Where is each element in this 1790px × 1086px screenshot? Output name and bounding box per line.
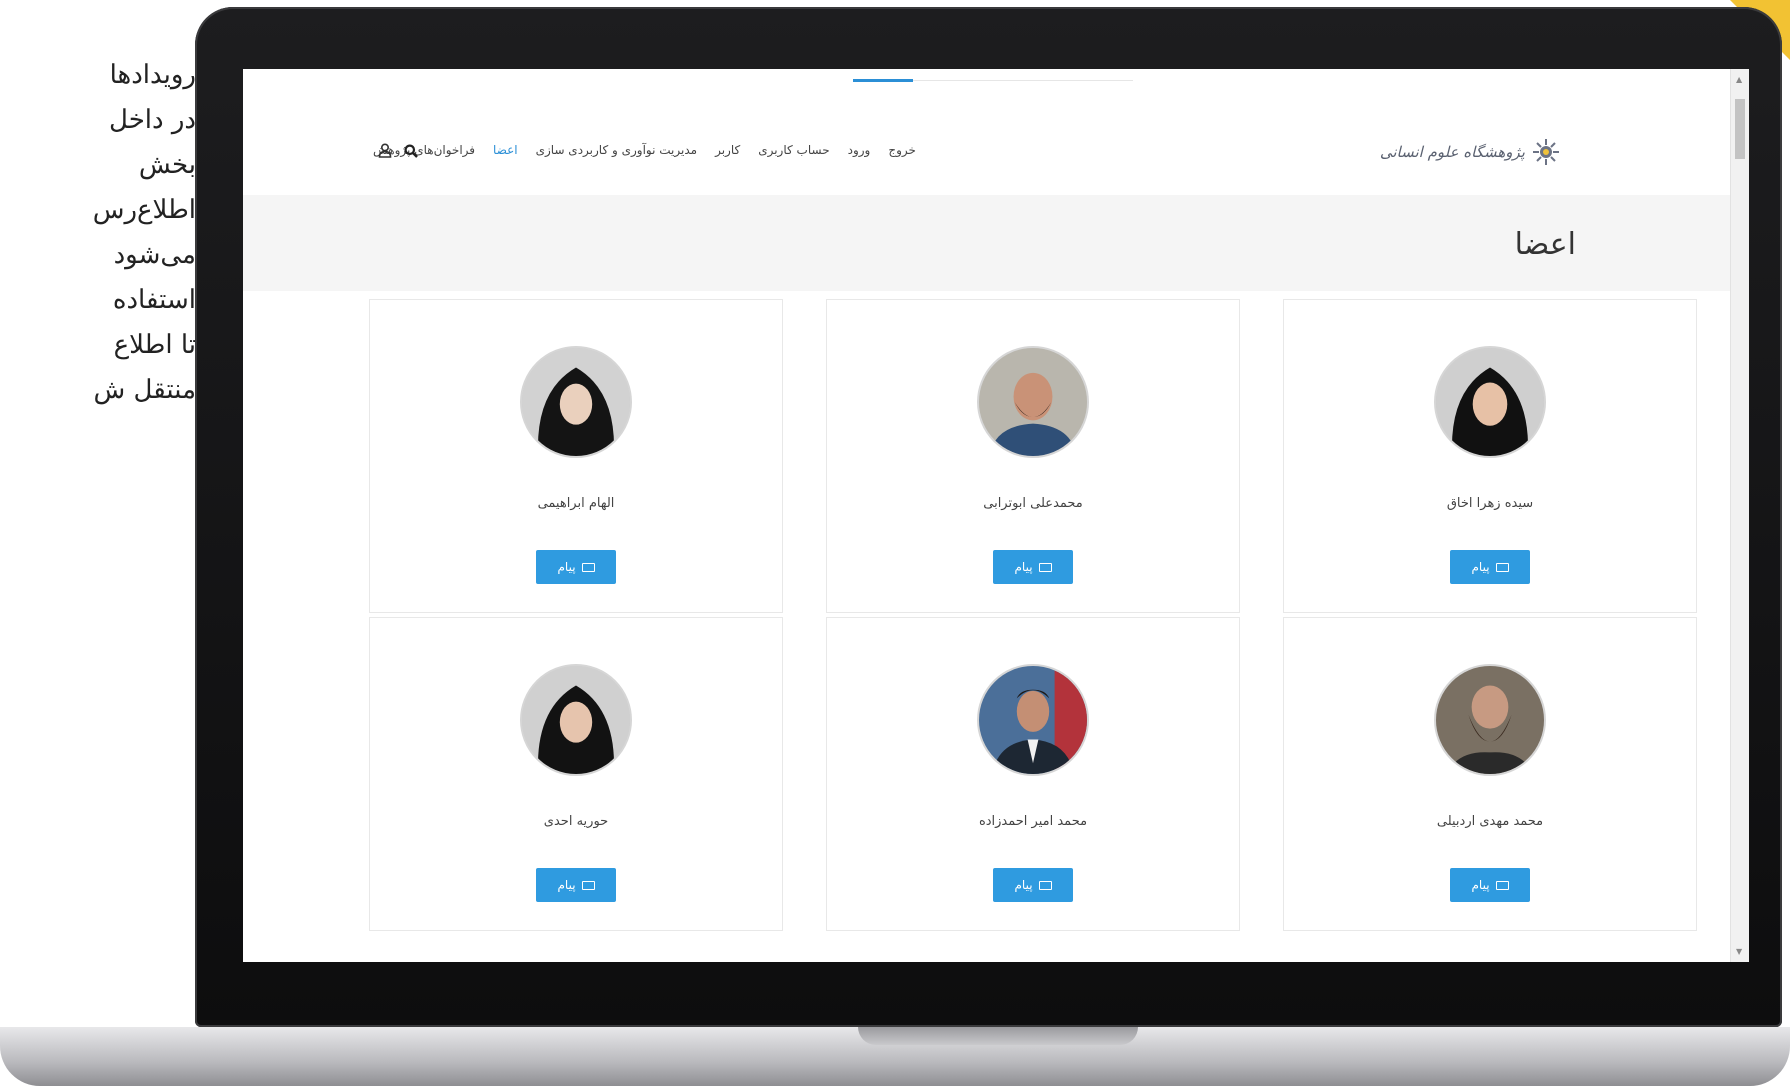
nav-innovation-management[interactable]: مدیریت نوآوری و کاربردی سازی — [536, 143, 697, 157]
member-card: حوریه احدی پیام — [369, 617, 783, 931]
message-button-label: پیام — [1471, 560, 1490, 574]
member-card: سیده زهرا اخاق پیام — [1283, 299, 1697, 613]
main-nav: فراخوان‌های پژوهش اعضا مدیریت نوآوری و ک… — [373, 143, 1141, 157]
message-button[interactable]: پیام — [1450, 550, 1530, 584]
message-button[interactable]: پیام — [993, 868, 1073, 902]
side-line: بخش — [138, 150, 196, 180]
female-portrait-icon — [522, 348, 630, 456]
browser-viewport: پژوهشگاه علوم انسانی فراخوان‌های پژوهش ا… — [243, 69, 1749, 962]
male-portrait-icon — [979, 666, 1087, 774]
nav-login[interactable]: ورود — [848, 143, 871, 157]
side-line: منتقل ش — [93, 375, 196, 405]
side-line: در داخل — [109, 105, 196, 135]
page-title-band: اعضا — [243, 195, 1731, 291]
member-card: محمد امیر احمدزاده پیام — [826, 617, 1240, 931]
male-portrait-icon — [1436, 666, 1544, 774]
side-line: می‌شود — [113, 240, 196, 270]
nav-user[interactable]: کاربر — [715, 143, 740, 157]
member-avatar[interactable] — [977, 346, 1089, 458]
female-portrait-icon — [522, 666, 630, 774]
member-avatar[interactable] — [520, 664, 632, 776]
top-divider-accent — [853, 79, 913, 82]
envelope-icon — [1038, 880, 1052, 890]
member-card: محمدعلی ابوترابی پیام — [826, 299, 1240, 613]
member-avatar[interactable] — [1434, 346, 1546, 458]
side-line: استفاده — [112, 285, 196, 315]
site-logo[interactable]: پژوهشگاه علوم انسانی — [1380, 136, 1561, 168]
logo-emblem-icon — [1533, 139, 1559, 165]
side-line: اطلاع‌رس — [92, 195, 196, 225]
envelope-icon — [1495, 562, 1509, 572]
search-icon[interactable] — [404, 144, 418, 158]
scroll-thumb[interactable] — [1735, 99, 1745, 159]
message-button[interactable]: پیام — [536, 868, 616, 902]
message-button[interactable]: پیام — [536, 550, 616, 584]
member-name: محمد امیر احمدزاده — [978, 814, 1088, 829]
envelope-icon — [581, 562, 595, 572]
message-button-label: پیام — [1014, 560, 1033, 574]
member-card: محمد مهدی اردبیلی پیام — [1283, 617, 1697, 931]
message-button[interactable]: پیام — [993, 550, 1073, 584]
user-icon[interactable] — [378, 143, 392, 158]
member-name: حوریه احدی — [543, 814, 609, 829]
member-avatar[interactable] — [520, 346, 632, 458]
side-line: رویدادها — [109, 60, 196, 90]
message-button-label: پیام — [557, 878, 576, 892]
member-name: سیده زهرا اخاق — [1446, 496, 1534, 511]
member-card: الهام ابراهیمی پیام — [369, 299, 783, 613]
side-line: تا اطلاع — [113, 330, 196, 360]
member-name: محمد مهدی اردبیلی — [1436, 814, 1544, 829]
member-avatar[interactable] — [977, 664, 1089, 776]
logo-text: پژوهشگاه علوم انسانی — [1379, 143, 1525, 161]
nav-members[interactable]: اعضا — [493, 143, 518, 157]
header-icons — [378, 143, 418, 158]
envelope-icon — [1495, 880, 1509, 890]
male-portrait-icon — [979, 348, 1087, 456]
member-name: الهام ابراهیمی — [537, 496, 615, 511]
envelope-icon — [581, 880, 595, 890]
message-button[interactable]: پیام — [1450, 868, 1530, 902]
site-header: پژوهشگاه علوم انسانی فراخوان‌های پژوهش ا… — [243, 109, 1731, 195]
scroll-up-icon[interactable]: ▲ — [1736, 75, 1742, 84]
vertical-scrollbar[interactable]: ▲ ▼ — [1730, 69, 1749, 962]
member-avatar[interactable] — [1434, 664, 1546, 776]
message-button-label: پیام — [557, 560, 576, 574]
scroll-down-icon[interactable]: ▼ — [1736, 947, 1742, 956]
message-button-label: پیام — [1471, 878, 1490, 892]
nav-logout[interactable]: خروج — [888, 143, 916, 157]
female-portrait-icon — [1436, 348, 1544, 456]
message-button-label: پیام — [1014, 878, 1033, 892]
laptop-notch — [858, 1027, 1138, 1045]
member-name: محمدعلی ابوترابی — [983, 496, 1083, 511]
envelope-icon — [1038, 562, 1052, 572]
page-title: اعضا — [1514, 227, 1576, 262]
nav-account[interactable]: حساب کاربری — [758, 143, 829, 157]
